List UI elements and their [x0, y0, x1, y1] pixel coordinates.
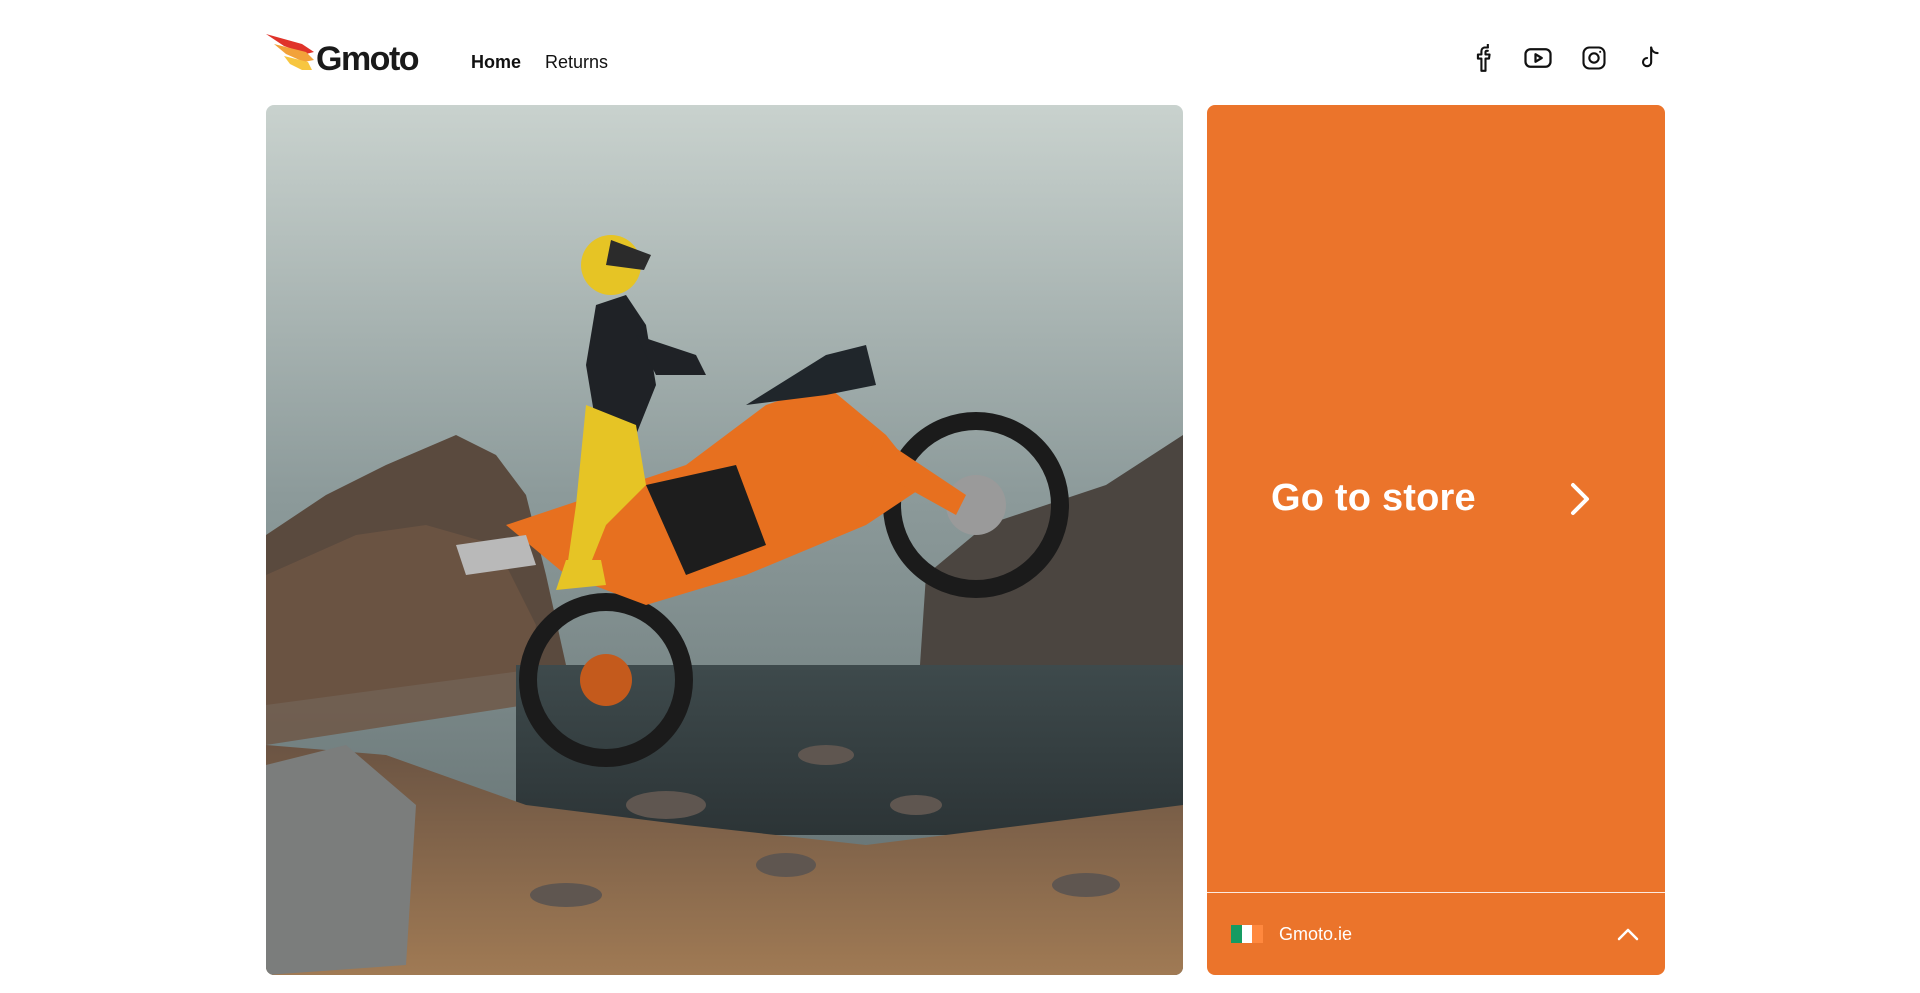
svg-text:Gmoto: Gmoto: [316, 40, 419, 78]
site-header: Gmoto Home Returns: [266, 28, 1666, 98]
gmoto-logo[interactable]: Gmoto: [266, 32, 426, 78]
tiktok-icon[interactable]: [1634, 42, 1666, 74]
youtube-icon[interactable]: [1522, 42, 1554, 74]
go-to-store-label: Go to store: [1271, 477, 1476, 519]
chevron-up-icon[interactable]: [1615, 921, 1641, 947]
motorcycle-rider-photo: [266, 105, 1183, 975]
chevron-right-icon: [1563, 479, 1597, 519]
facebook-icon[interactable]: [1466, 42, 1498, 74]
go-to-store-button[interactable]: Go to store: [1207, 105, 1665, 892]
region-selector[interactable]: Gmoto.ie: [1207, 893, 1665, 975]
instagram-icon[interactable]: [1578, 42, 1610, 74]
ireland-flag-icon: [1231, 925, 1264, 943]
region-label: Gmoto.ie: [1279, 923, 1353, 944]
nav-returns-link[interactable]: Returns: [545, 52, 608, 73]
social-links: [1466, 42, 1666, 74]
main-nav: Home Returns: [471, 52, 608, 73]
hero-image: [266, 105, 1183, 975]
nav-home-link[interactable]: Home: [471, 52, 521, 73]
store-panel: Go to store Gmoto.ie: [1207, 105, 1665, 975]
